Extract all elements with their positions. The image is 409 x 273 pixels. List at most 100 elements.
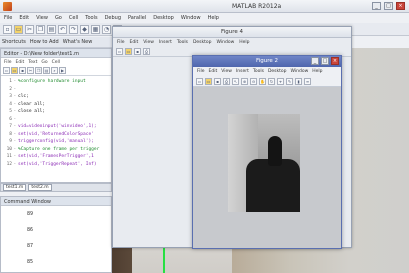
code-text: %configure hardware input [18, 79, 86, 85]
close-button[interactable]: × [396, 2, 405, 10]
undo-icon[interactable]: ↶ [58, 24, 67, 34]
line-number: 7 [9, 124, 12, 130]
fig4-menu-file[interactable]: File [117, 40, 125, 45]
fig2-legend-icon[interactable]: ≡ [304, 77, 311, 85]
menu-desktop[interactable]: Desktop [153, 15, 174, 21]
fig2-datacursor-icon[interactable]: ⌖ [277, 77, 284, 85]
command-window[interactable]: Command Window 89 86 87 85 [0, 196, 112, 273]
fig2-close-button[interactable]: × [331, 57, 339, 65]
code-text: vid=videoinput('winvideo',1); [18, 124, 97, 130]
line-number: 9 [9, 139, 12, 145]
editor-paste-icon[interactable]: ▤ [43, 67, 50, 74]
fig4-menu-help[interactable]: Help [239, 40, 249, 45]
editor-title: Editor - D:\New folder\test1.m [1, 49, 111, 58]
cut-icon[interactable]: ✂ [25, 24, 34, 34]
whats-new-link[interactable]: What's New [63, 39, 93, 45]
editor-tabs: test1.m test2.m [0, 183, 112, 192]
tab-test1[interactable]: test1.m [3, 184, 27, 191]
menu-go[interactable]: Go [55, 15, 62, 21]
code-area[interactable]: 1- %configure hardware input 2-3- clc; 4- cle… [1, 76, 111, 168]
fig4-menu-insert[interactable]: Insert [159, 40, 172, 45]
fig4-menu-edit[interactable]: Edit [130, 40, 139, 45]
how-to-add-link[interactable]: How to Add [30, 39, 59, 45]
fig2-minimize-button[interactable]: _ [311, 57, 319, 65]
open-folder-icon[interactable]: ▭ [14, 24, 23, 34]
fig2-pointer-icon[interactable]: ↖ [232, 77, 239, 85]
fig2-pan-icon[interactable]: ✋ [259, 77, 266, 85]
profiler-icon[interactable]: ◔ [102, 24, 111, 34]
fig2-menu-edit[interactable]: Edit [209, 69, 218, 74]
line-number: 1 [9, 79, 12, 85]
fig2-menu-insert[interactable]: Insert [236, 69, 249, 74]
fig4-menu-tools[interactable]: Tools [177, 40, 188, 45]
fig2-save-icon[interactable]: ▪ [214, 77, 221, 85]
maximize-button[interactable]: □ [384, 2, 393, 10]
paste-icon[interactable]: ▤ [47, 24, 56, 34]
fig2-zoom-out-icon[interactable]: ⊖ [250, 77, 257, 85]
figure-2-toolbar: ▫ ▭ ▪ ⎙ ↖ ⊕ ⊖ ✋ ↻ ⌖ ✎ ▮ ≡ [193, 76, 341, 87]
fig4-menu-window[interactable]: Window [217, 40, 235, 45]
copy-icon[interactable]: ❐ [36, 24, 45, 34]
fig2-brush-icon[interactable]: ✎ [286, 77, 293, 85]
fig4-open-icon[interactable]: ▭ [125, 48, 132, 55]
fig2-rotate-icon[interactable]: ↻ [268, 77, 275, 85]
menu-edit[interactable]: Edit [19, 15, 29, 21]
main-menubar: File Edit View Go Cell Tools Debug Paral… [0, 13, 409, 23]
menu-window[interactable]: Window [181, 15, 201, 21]
menu-debug[interactable]: Debug [105, 15, 121, 21]
code-line: 8- set(vid,'ReturnedColorSpace' [1, 131, 111, 139]
editor-copy-icon[interactable]: ❐ [35, 67, 42, 74]
figure-2-titlebar: Figure 2 _ □ × [193, 56, 341, 67]
fig4-menu-desktop[interactable]: Desktop [193, 40, 212, 45]
menu-file[interactable]: File [4, 15, 12, 21]
menu-tools[interactable]: Tools [85, 15, 97, 21]
shortcuts-label[interactable]: Shortcuts [2, 39, 26, 45]
fig2-maximize-button[interactable]: □ [321, 57, 329, 65]
matlab-main-window: MATLAB R2012a _ □ × File Edit View Go Ce… [0, 0, 409, 273]
fig2-print-icon[interactable]: ⎙ [223, 77, 230, 85]
simulink-icon[interactable]: ◆ [80, 24, 89, 34]
editor-menu-edit[interactable]: Edit [16, 60, 25, 65]
menu-cell[interactable]: Cell [69, 15, 78, 21]
fig2-zoom-in-icon[interactable]: ⊕ [241, 77, 248, 85]
editor-toolbar: ▫ ▭ ▪ ✂ ❐ ▤ ⌕ ▶ [1, 66, 111, 76]
fig4-new-icon[interactable]: ▫ [116, 48, 123, 55]
command-output: 89 [27, 211, 34, 217]
minimize-button[interactable]: _ [372, 2, 381, 10]
tab-test2[interactable]: test2.m [28, 184, 52, 191]
menu-view[interactable]: View [36, 15, 48, 21]
fig2-menu-file[interactable]: File [197, 69, 205, 74]
menu-parallel[interactable]: Parallel [128, 15, 146, 21]
fig2-menu-desktop[interactable]: Desktop [268, 69, 287, 74]
fig2-menu-view[interactable]: View [221, 69, 232, 74]
line-number: 8 [9, 131, 12, 137]
breakpoint-marker[interactable]: - [14, 87, 18, 92]
breakpoint-marker[interactable]: - [14, 117, 18, 122]
editor-cut-icon[interactable]: ✂ [27, 67, 34, 74]
menu-help[interactable]: Help [208, 15, 219, 21]
editor-run-icon[interactable]: ▶ [59, 67, 66, 74]
fig2-menu-help[interactable]: Help [312, 69, 322, 74]
new-file-icon[interactable]: ▫ [3, 24, 12, 34]
figure-2-window[interactable]: Figure 2 _ □ × File Edit View Insert Too… [192, 55, 342, 249]
fig2-new-icon[interactable]: ▫ [196, 77, 203, 85]
editor-new-icon[interactable]: ▫ [3, 67, 10, 74]
shortcuts-bar: Shortcuts How to Add What's New [0, 37, 115, 48]
fig4-save-icon[interactable]: ▪ [134, 48, 141, 55]
editor-menu-go[interactable]: Go [41, 60, 47, 65]
fig2-open-icon[interactable]: ▭ [205, 77, 212, 85]
fig2-menu-window[interactable]: Window [291, 69, 309, 74]
fig4-print-icon[interactable]: ⎙ [143, 48, 150, 55]
editor-menu-text[interactable]: Text [28, 60, 37, 65]
editor-save-icon[interactable]: ▪ [19, 67, 26, 74]
editor-menu-cell[interactable]: Cell [52, 60, 60, 65]
editor-open-icon[interactable]: ▭ [11, 67, 18, 74]
fig2-colorbar-icon[interactable]: ▮ [295, 77, 302, 85]
fig2-menu-tools[interactable]: Tools [253, 69, 264, 74]
guide-icon[interactable]: ▦ [91, 24, 100, 34]
figure-4-title: Figure 4 [113, 27, 351, 38]
editor-menu-file[interactable]: File [4, 60, 12, 65]
fig4-menu-view[interactable]: View [143, 40, 154, 45]
editor-find-icon[interactable]: ⌕ [51, 67, 58, 74]
redo-icon[interactable]: ↷ [69, 24, 78, 34]
